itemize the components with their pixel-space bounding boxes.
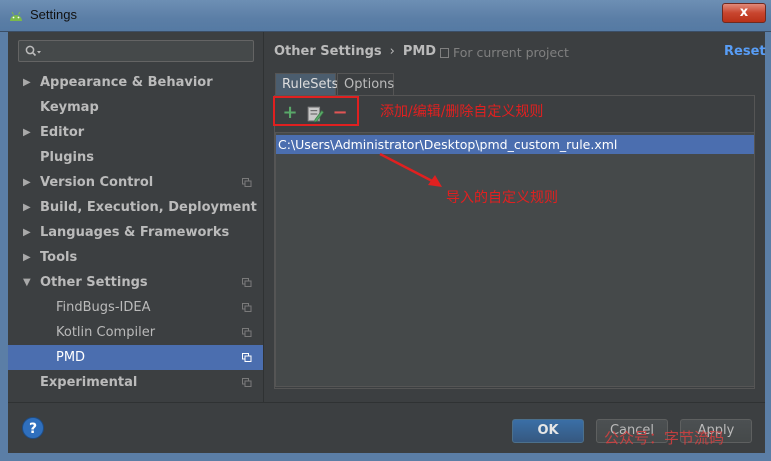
search-input[interactable] <box>18 40 254 62</box>
sidebar-item-plugins[interactable]: Plugins <box>8 145 263 170</box>
sidebar-item-label: Experimental <box>40 375 138 390</box>
toolbar-annotation: 添加/编辑/删除自定义规则 <box>380 104 544 120</box>
project-settings-icon <box>242 353 252 362</box>
window-title: Settings <box>30 7 77 22</box>
project-settings-icon <box>242 178 252 187</box>
scope-label: For current project <box>453 45 569 60</box>
sidebar-item-label: PMD <box>56 350 86 365</box>
breadcrumb-current: PMD <box>402 44 437 59</box>
android-icon <box>10 11 22 21</box>
sidebar-item-editor[interactable]: ▶ Editor <box>8 120 263 145</box>
expand-arrow-right-icon[interactable]: ▶ <box>23 120 33 145</box>
expand-arrow-down-icon[interactable]: ▼ <box>23 270 33 295</box>
ok-button[interactable]: OK <box>512 419 584 443</box>
sidebar-item-label: Plugins <box>40 150 94 165</box>
breadcrumb: Other Settings › PMD <box>274 44 436 59</box>
sidebar-item-other-settings[interactable]: ▼ Other Settings <box>8 270 263 295</box>
sidebar-item-label: Appearance & Behavior <box>40 75 213 90</box>
sidebar-item-label: Languages & Frameworks <box>40 225 230 240</box>
close-button[interactable]: x <box>722 3 766 23</box>
sidebar-item-build-execution-deployment[interactable]: ▶ Build, Execution, Deployment <box>8 195 263 220</box>
sidebar-item-tools[interactable]: ▶ Tools <box>8 245 263 270</box>
title-bar: Settings x <box>0 0 771 32</box>
panel-divider <box>263 32 264 402</box>
sidebar-item-version-control[interactable]: ▶ Version Control <box>8 170 263 195</box>
reset-link[interactable]: Reset <box>724 44 766 59</box>
project-settings-icon <box>242 278 252 287</box>
sidebar-item-pmd[interactable]: PMD <box>8 345 263 370</box>
expand-arrow-right-icon[interactable]: ▶ <box>23 220 33 245</box>
sidebar-item-findbugs-idea[interactable]: FindBugs-IDEA <box>8 295 263 320</box>
project-settings-icon <box>242 378 252 387</box>
expand-arrow-right-icon[interactable]: ▶ <box>23 170 33 195</box>
toolbar-highlight-box <box>273 96 359 126</box>
list-annotation: 导入的自定义规则 <box>446 190 558 206</box>
sidebar-item-kotlin-compiler[interactable]: Kotlin Compiler <box>8 320 263 345</box>
scope-indicator: For current project <box>440 45 569 60</box>
sidebar-item-appearance-behavior[interactable]: ▶ Appearance & Behavior <box>8 70 263 95</box>
list-item[interactable]: C:\Users\Administrator\Desktop\pmd_custo… <box>276 135 754 154</box>
settings-tree: ▶ Appearance & Behavior Keymap ▶ Editor Plugi… <box>8 70 263 395</box>
footer-divider <box>8 402 765 403</box>
project-settings-icon <box>242 303 252 312</box>
project-scope-icon <box>440 48 449 58</box>
search-icon <box>25 45 41 57</box>
breadcrumb-parent[interactable]: Other Settings <box>274 44 382 59</box>
sidebar-item-label: Editor <box>40 125 85 140</box>
sidebar-item-experimental[interactable]: Experimental <box>8 370 263 395</box>
breadcrumb-separator: › <box>389 44 395 59</box>
sidebar-item-label: Version Control <box>40 175 154 190</box>
sidebar-item-label: Tools <box>40 250 78 265</box>
expand-arrow-right-icon[interactable]: ▶ <box>23 245 33 270</box>
sidebar-item-languages-frameworks[interactable]: ▶ Languages & Frameworks <box>8 220 263 245</box>
sidebar-item-label: Kotlin Compiler <box>56 325 156 340</box>
expand-arrow-right-icon[interactable]: ▶ <box>23 70 33 95</box>
tab-rulesets[interactable]: RuleSets <box>275 73 338 95</box>
tab-options[interactable]: Options <box>337 73 394 95</box>
expand-arrow-right-icon[interactable]: ▶ <box>23 195 33 220</box>
sidebar-item-label: Build, Execution, Deployment <box>40 200 257 215</box>
annotation-arrow <box>379 152 442 187</box>
sidebar-item-keymap[interactable]: Keymap <box>8 95 263 120</box>
watermark: 公众号：字节流码 <box>604 429 725 447</box>
sidebar-item-label: Other Settings <box>40 275 148 290</box>
project-settings-icon <box>242 328 252 337</box>
sidebar-item-label: Keymap <box>40 100 99 115</box>
help-button[interactable]: ? <box>22 417 44 439</box>
rulesets-list[interactable]: C:\Users\Administrator\Desktop\pmd_custo… <box>275 132 755 387</box>
sidebar-item-label: FindBugs-IDEA <box>56 300 151 315</box>
